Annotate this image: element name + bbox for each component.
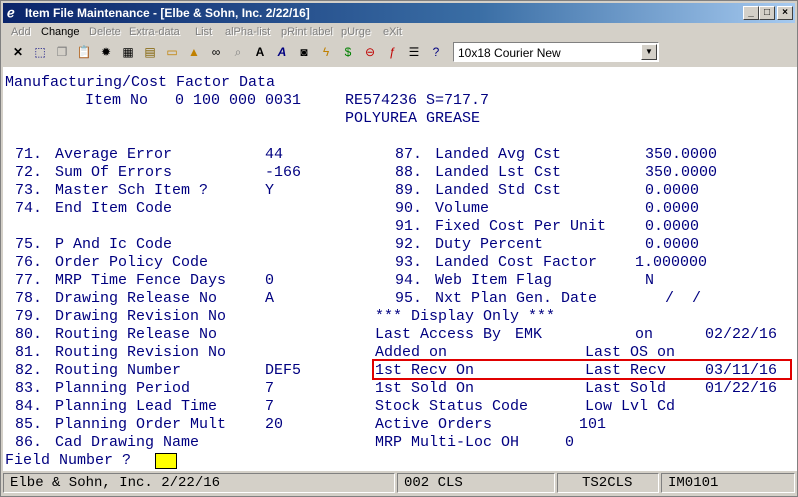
- app-icon: ℯ: [7, 5, 15, 20]
- prompt-label: Field Number ?: [5, 452, 132, 469]
- delete-icon[interactable]: ✕: [9, 43, 27, 61]
- stock-status-label: Stock Status Code: [375, 398, 529, 415]
- dollar-icon[interactable]: $: [339, 43, 357, 61]
- chevron-down-icon[interactable]: ▼: [641, 44, 657, 60]
- search-icon[interactable]: ⌕: [229, 43, 247, 61]
- item-code: RE574236 S=717.7: [345, 92, 490, 109]
- menu-print-label[interactable]: pRint label: [281, 26, 333, 38]
- last-access-by-value: EMK: [515, 326, 543, 343]
- last-sold-value: 01/22/16: [705, 380, 778, 397]
- menu-purge[interactable]: pUrge: [341, 26, 371, 38]
- highlight-box: [372, 359, 792, 380]
- link-icon[interactable]: ⊖: [361, 43, 379, 61]
- app-window: ℯ Item File Maintenance - [Elbe & Sohn, …: [0, 0, 798, 497]
- copy-icon[interactable]: ❐: [53, 43, 71, 61]
- last-access-on-value: 02/22/16: [705, 326, 778, 343]
- font-select[interactable]: 10x18 Courier New ▼: [453, 42, 659, 62]
- italic-a-icon[interactable]: A: [273, 43, 291, 61]
- menu-exit[interactable]: eXit: [383, 26, 402, 38]
- last-access-by-label: Last Access By: [375, 326, 502, 343]
- calculator-icon[interactable]: ▦: [119, 43, 137, 61]
- first-sold-on-label: 1st Sold On: [375, 380, 475, 397]
- mrp-multi-loc-value: 0: [565, 434, 575, 451]
- status-company: Elbe & Sohn, Inc. 2/22/16: [3, 473, 395, 493]
- last-sold-label: Last Sold: [585, 380, 667, 397]
- menu-change[interactable]: Change: [41, 26, 80, 38]
- notes-icon[interactable]: ▤: [141, 43, 159, 61]
- active-orders-value: 101: [579, 416, 607, 433]
- display-only-header: *** Display Only ***: [375, 308, 556, 325]
- help-icon[interactable]: ?: [427, 43, 445, 61]
- folder-icon[interactable]: ▭: [163, 43, 181, 61]
- prompt-row: Field Number ?: [3, 451, 797, 471]
- status-bar: Elbe & Sohn, Inc. 2/22/16 002 CLS TS2CLS…: [3, 472, 797, 494]
- screen-heading: Manufacturing/Cost Factor Data: [5, 74, 276, 91]
- window-title: Item File Maintenance - [Elbe & Sohn, In…: [25, 6, 310, 20]
- menu-delete[interactable]: Delete: [89, 26, 121, 38]
- settings-icon[interactable]: ✹: [97, 43, 115, 61]
- field-number-input[interactable]: [155, 453, 177, 469]
- menu-list[interactable]: List: [195, 26, 212, 38]
- lightning-icon[interactable]: ϟ: [317, 43, 335, 61]
- title-bar: ℯ Item File Maintenance - [Elbe & Sohn, …: [3, 3, 795, 23]
- item-no-label: Item No: [85, 92, 149, 109]
- alert-icon[interactable]: ▲: [185, 43, 203, 61]
- toolbar: ✕ ⬚ ❐ 📋 ✹ ▦ ▤ ▭ ▲ ∞ ⌕ A A ◙ ϟ $ ⊖ ƒ ☰ ? …: [3, 41, 795, 65]
- status-code-1: 002 CLS: [397, 473, 555, 493]
- binoculars-icon[interactable]: ∞: [207, 43, 225, 61]
- function-icon[interactable]: ƒ: [383, 43, 401, 61]
- menu-bar: Add Change Delete Extra-data List alPha-…: [3, 24, 795, 41]
- maximize-button[interactable]: □: [759, 6, 775, 20]
- select-icon[interactable]: ⬚: [31, 43, 49, 61]
- status-code-3: IM0101: [661, 473, 795, 493]
- list-icon[interactable]: ☰: [405, 43, 423, 61]
- menu-add[interactable]: Add: [11, 26, 31, 38]
- font-select-value: 10x18 Courier New: [458, 46, 561, 60]
- item-no-value: 0 100 000 0031: [175, 92, 302, 109]
- camera-icon[interactable]: ◙: [295, 43, 313, 61]
- paste-icon[interactable]: 📋: [75, 43, 93, 61]
- terminal-screen: Manufacturing/Cost Factor Data Item No 0…: [3, 67, 797, 471]
- menu-alpha-list[interactable]: alPha-list: [225, 26, 270, 38]
- item-description: POLYUREA GREASE: [345, 110, 481, 127]
- font-a-icon[interactable]: A: [251, 43, 269, 61]
- minimize-button[interactable]: _: [743, 6, 759, 20]
- active-orders-label: Active Orders: [375, 416, 493, 433]
- status-code-2: TS2CLS: [557, 473, 659, 493]
- close-button[interactable]: ×: [777, 6, 793, 20]
- mrp-multi-loc-label: MRP Multi-Loc OH: [375, 434, 520, 451]
- low-lvl-label: Low Lvl Cd: [585, 398, 676, 415]
- menu-extra-data[interactable]: Extra-data: [129, 26, 180, 38]
- on-label: on: [635, 326, 654, 343]
